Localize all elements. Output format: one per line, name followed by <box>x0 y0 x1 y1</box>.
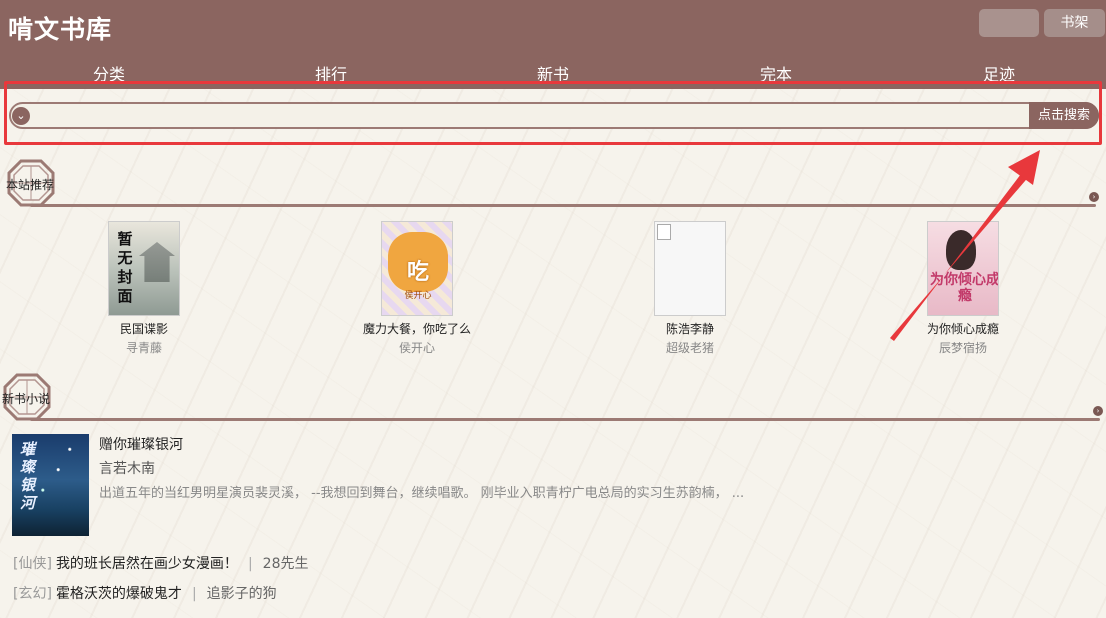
book-author: 寻青藤 <box>125 341 162 355</box>
book-title[interactable]: 赠你璀璨银河 <box>99 434 183 454</box>
book-cover[interactable]: 暂无封面 <box>108 221 180 316</box>
book-card[interactable]: 陈浩李静 超级老猪 <box>615 221 765 356</box>
chevron-right-icon[interactable]: › <box>1089 192 1099 202</box>
site-title[interactable]: 啃文书库 <box>8 10 112 46</box>
divider: | <box>247 556 253 572</box>
bookshelf-button[interactable]: 书架 <box>1044 9 1105 37</box>
list-item[interactable]: [仙侠] 我的班长居然在画少女漫画！ | 28先生 <box>13 553 308 573</box>
divider: | <box>191 586 197 602</box>
book-title[interactable]: 民国谍影 <box>69 320 219 337</box>
book-author: 侯开心 <box>398 341 435 355</box>
book-author: 超级老猪 <box>665 341 714 355</box>
book-cover[interactable] <box>654 221 726 316</box>
genre-tag: [仙侠] <box>13 556 52 572</box>
book-title[interactable]: 我的班长居然在画少女漫画！ <box>56 556 238 572</box>
book-card[interactable]: 吃 侯开心 魔力大餐，你吃了么 侯开心 <box>342 221 492 356</box>
section-divider <box>30 418 1100 421</box>
book-card[interactable]: 暂无封面 民国谍影 寻青藤 <box>69 221 219 356</box>
book-title[interactable]: 为你倾心成瘾 <box>888 320 1038 337</box>
broken-image-icon <box>657 224 671 240</box>
book-author: 追影子的狗 <box>206 586 277 602</box>
book-card[interactable]: 为你倾心成瘾 为你倾心成瘾 辰梦宿扬 <box>888 221 1038 356</box>
site-header: 啃文书库 书架 <box>0 0 1106 52</box>
list-item[interactable]: [玄幻] 霍格沃茨的爆破鬼才 | 追影子的狗 <box>13 583 277 603</box>
book-title[interactable]: 霍格沃茨的爆破鬼才 <box>56 586 182 602</box>
book-author: 28先生 <box>262 556 309 572</box>
chevron-right-icon[interactable]: › <box>1093 406 1103 416</box>
section-title-new-books: 新书小说 <box>2 392 51 406</box>
book-cover[interactable]: 吃 侯开心 <box>381 221 453 316</box>
book-cover[interactable]: 璀璨银河 <box>12 434 89 536</box>
book-title[interactable]: 陈浩李静 <box>615 320 765 337</box>
search-highlight-box <box>4 81 1102 145</box>
book-author: 辰梦宿扬 <box>938 341 987 355</box>
section-title-recommend: 本站推荐 <box>6 178 55 192</box>
book-author: 言若木南 <box>99 461 155 477</box>
book-title[interactable]: 魔力大餐，你吃了么 <box>342 320 492 337</box>
book-description: 出道五年的当红男明星演员裴灵溪， --我想回到舞台，继续唱歌。 刚毕业入职青柠广… <box>99 486 745 501</box>
section-divider <box>30 204 1096 207</box>
genre-tag: [玄幻] <box>13 586 52 602</box>
user-button[interactable] <box>979 9 1039 37</box>
book-cover[interactable]: 为你倾心成瘾 <box>927 221 999 316</box>
